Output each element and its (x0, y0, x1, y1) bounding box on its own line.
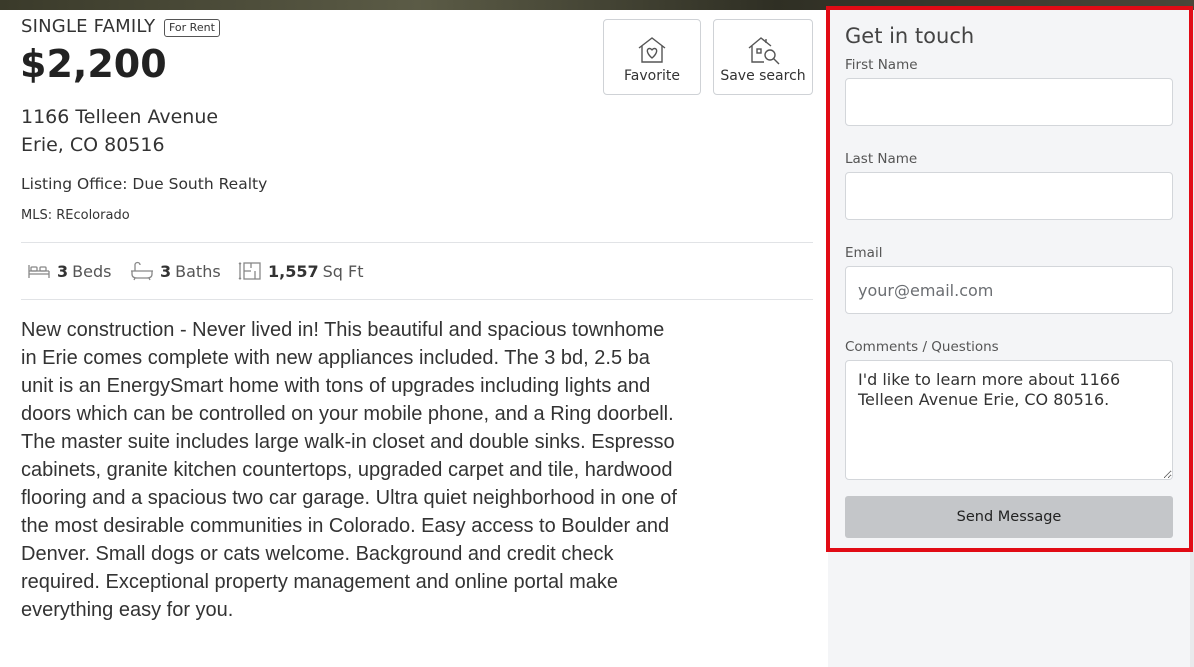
address-line-1: 1166 Telleen Avenue (21, 106, 219, 128)
email-label: Email (845, 245, 883, 261)
email-input[interactable] (845, 266, 1173, 314)
save-search-button[interactable]: Save search (713, 19, 813, 95)
sqft-label: Sq Ft (322, 261, 364, 281)
beds-label: Beds (72, 261, 112, 281)
bathtub-icon (131, 261, 153, 281)
form-title: Get in touch (845, 24, 975, 48)
first-name-input[interactable] (845, 78, 1173, 126)
baths-value: 3 (160, 261, 172, 281)
comments-textarea[interactable]: I'd like to learn more about 1166 Tellee… (845, 360, 1173, 480)
send-message-button[interactable]: Send Message (845, 496, 1173, 538)
first-name-label: First Name (845, 57, 918, 73)
sqft-value: 1,557 (268, 261, 319, 281)
property-type: SINGLE FAMILY (21, 16, 156, 37)
save-search-label: Save search (720, 68, 806, 84)
divider-top (21, 242, 813, 243)
status-badge: For Rent (164, 19, 220, 37)
address-line-2: Erie, CO 80516 (21, 134, 165, 156)
baths-label: Baths (175, 261, 221, 281)
house-search-icon (747, 34, 780, 66)
favorite-label: Favorite (624, 68, 680, 84)
beds-value: 3 (57, 261, 69, 281)
heart-house-icon (636, 34, 668, 66)
sqft-stat: 1,557 Sq Ft (238, 259, 363, 283)
beds-stat: 3 Beds (27, 259, 111, 283)
divider-bottom (21, 299, 813, 300)
floor-plan-icon (238, 262, 261, 280)
last-name-label: Last Name (845, 151, 918, 167)
listing-description: New construction - Never lived in! This … (21, 319, 677, 621)
favorite-button[interactable]: Favorite (603, 19, 701, 95)
comments-label: Comments / Questions (845, 339, 999, 355)
listing-office: Listing Office: Due South Realty (21, 175, 268, 193)
last-name-input[interactable] (845, 172, 1173, 220)
bed-icon (28, 265, 50, 278)
price: $2,200 (20, 42, 167, 86)
baths-stat: 3 Baths (130, 259, 221, 283)
mls-source: MLS: REcolorado (21, 208, 130, 223)
